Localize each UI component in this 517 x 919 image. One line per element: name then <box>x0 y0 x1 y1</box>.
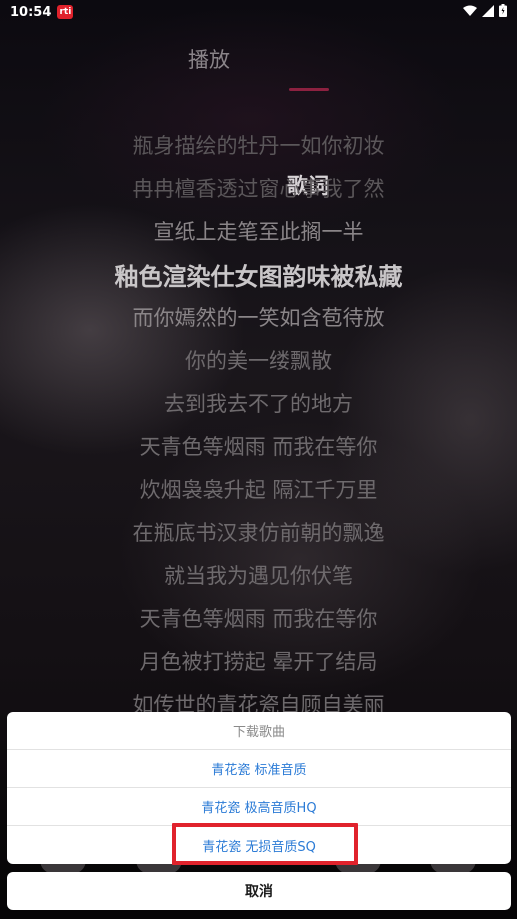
lyric-line: 就当我为遇见你伏笔 <box>164 564 353 588</box>
tab-play[interactable]: 播放 <box>188 44 230 74</box>
lyric-line: 冉冉檀香透过窗心事我了然 <box>132 177 385 201</box>
option-standard-quality[interactable]: 青花瓷 标准音质 <box>7 750 511 788</box>
lyric-line: 去到我去不了的地方 <box>164 392 353 416</box>
signal-icon <box>482 4 494 17</box>
lyric-line: 月色被打捞起 晕开了结局 <box>139 650 378 674</box>
lyric-line: 天青色等烟雨 而我在等你 <box>139 435 378 459</box>
cancel-button[interactable]: 取消 <box>7 872 511 910</box>
option-high-quality-hq[interactable]: 青花瓷 极高音质HQ <box>7 788 511 826</box>
lyric-line: 你的美一缕飘散 <box>185 349 332 373</box>
status-icons <box>463 4 507 17</box>
player-tabs: 播放 歌词 <box>0 44 517 198</box>
status-bar: 10:54 rti <box>0 0 517 24</box>
lyric-line: 天青色等烟雨 而我在等你 <box>139 607 378 631</box>
sheet-title: 下载歌曲 <box>7 712 511 750</box>
highlight-annotation-box <box>172 823 358 865</box>
lyric-line: 宣纸上走笔至此搁一半 <box>153 220 364 244</box>
current-lyric-line: 釉色渲染仕女图韵味被私藏 <box>114 263 403 291</box>
active-tab-indicator <box>289 88 329 91</box>
app-notification-icon: rti <box>57 5 74 19</box>
lyric-line: 炊烟袅袅升起 隔江千万里 <box>139 478 378 502</box>
lyric-line: 在瓶底书汉隶仿前朝的飘逸 <box>132 521 385 545</box>
lyric-line: 瓶身描绘的牡丹一如你初妆 <box>132 134 385 158</box>
status-time: 10:54 <box>10 4 52 20</box>
lyric-line: 而你嫣然的一笑如含苞待放 <box>132 306 385 330</box>
battery-icon <box>499 4 507 17</box>
wifi-icon <box>463 5 477 17</box>
